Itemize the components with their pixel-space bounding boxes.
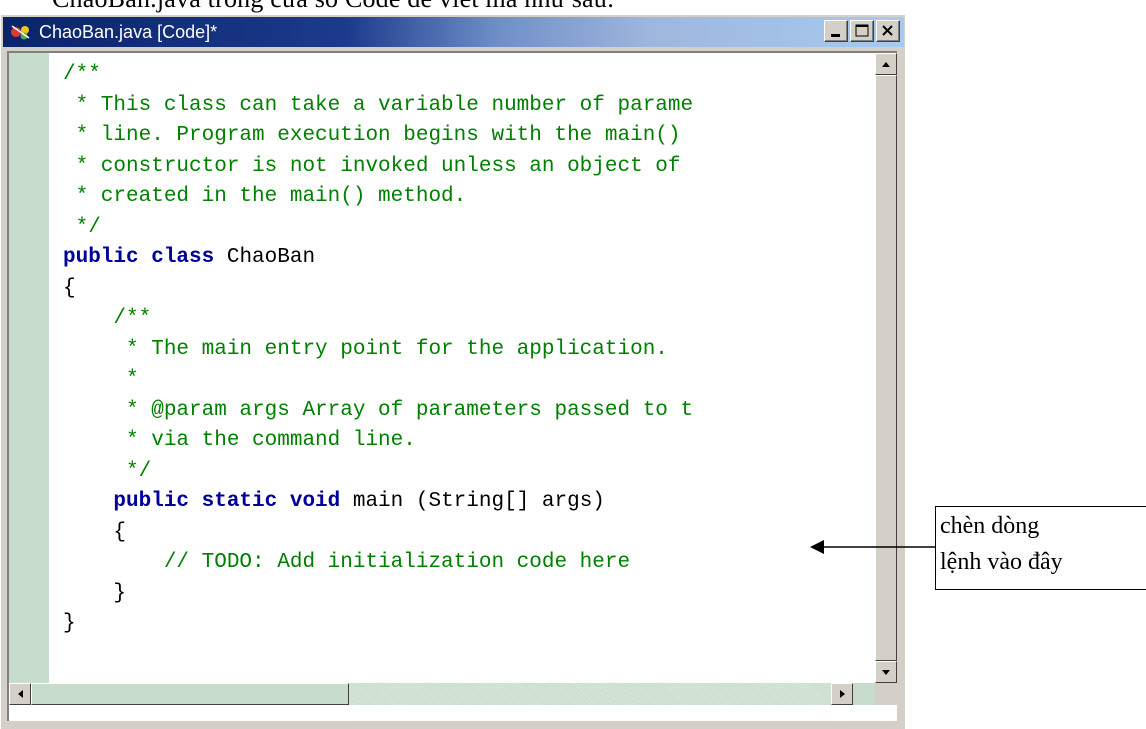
code-line: * @param args Array of parameters passed… (63, 397, 693, 425)
code-token-comment: * created in the main() method. (63, 185, 467, 208)
scroll-up-button[interactable] (875, 53, 897, 75)
maximize-icon (855, 24, 869, 37)
code-token-comment: * line. Program execution begins with th… (63, 124, 681, 147)
code-token-comment: * (63, 368, 139, 391)
title-bar[interactable]: ChaoBan.java [Code]* (3, 17, 904, 47)
code-line: * via the command line. (63, 427, 416, 455)
code-token-comment: // TODO: Add initialization code here (63, 551, 631, 574)
callout-line-1: chèn dòng (940, 513, 1040, 539)
code-editor[interactable]: /** * This class can take a variable num… (49, 53, 875, 683)
code-token-comment: /** (63, 63, 101, 86)
visual-j-app-icon (11, 25, 30, 40)
code-token-comment: /** (63, 307, 152, 330)
horizontal-scrollbar[interactable] (9, 683, 875, 705)
callout-box: chèn dòng lệnh vào đây (935, 506, 1146, 590)
code-window: ChaoBan.java [Code]* /** * This class ca… (0, 14, 905, 729)
caption-buttons (822, 20, 900, 42)
arrow-up-icon (882, 62, 890, 67)
code-token-comment: */ (63, 459, 152, 483)
code-line: { (63, 275, 76, 303)
code-token-comment: * This class can take a variable number … (63, 93, 694, 117)
horizontal-scroll-thumb[interactable] (31, 683, 349, 705)
scroll-right-button[interactable] (831, 683, 853, 705)
code-token-plain: } (63, 581, 127, 605)
code-token-comment: * The main entry point for the applicati… (63, 337, 668, 361)
callout-line-2: lệnh vào đây (940, 549, 1063, 575)
close-icon (882, 25, 893, 36)
code-token-comment: */ (63, 215, 101, 239)
code-token-plain: { (63, 520, 127, 544)
minimize-button[interactable] (824, 20, 848, 42)
code-token-keyword: public static void (63, 490, 341, 513)
code-line: // TODO: Add initialization code here (63, 549, 630, 577)
code-line: * constructor is not invoked unless an o… (63, 153, 681, 181)
scroll-left-button[interactable] (9, 683, 31, 705)
vertical-scrollbar[interactable] (875, 53, 897, 683)
code-token-plain: { (63, 276, 76, 300)
editor-area: /** * This class can take a variable num… (7, 51, 897, 721)
code-line: } (63, 580, 126, 608)
scroll-down-button[interactable] (875, 661, 897, 683)
code-line: { (63, 519, 126, 547)
code-line: public static void main (String[] args) (63, 488, 605, 516)
code-line: */ (63, 214, 101, 242)
scrollbar-corner (875, 683, 897, 705)
code-line: * line. Program execution begins with th… (63, 122, 681, 150)
code-line: /** (63, 305, 151, 333)
callout-arrow (810, 540, 935, 554)
document-text-clip: ChaoBan.java trong cửa sổ Code để viết m… (0, 0, 1146, 14)
arrow-left-icon (18, 690, 23, 698)
code-line: */ (63, 458, 151, 486)
code-token-plain: main (String[] args) (340, 490, 605, 513)
minimize-icon (831, 34, 840, 37)
horizontal-scroll-track[interactable] (349, 683, 831, 705)
document-heading-fragment: ChaoBan.java trong cửa sổ Code để viết m… (52, 0, 614, 14)
code-token-comment: * via the command line. (63, 429, 416, 452)
code-token-plain: } (63, 612, 76, 635)
arrow-right-icon (840, 690, 845, 698)
window-title: ChaoBan.java [Code]* (39, 21, 218, 42)
arrow-down-icon (882, 670, 890, 675)
editor-gutter (9, 53, 49, 683)
vertical-scroll-thumb[interactable] (875, 75, 897, 661)
code-line: /** (63, 61, 101, 89)
code-token-comment: * @param args Array of parameters passed… (63, 398, 694, 422)
code-token-plain: ChaoBan (214, 246, 316, 269)
code-line: * This class can take a variable number … (63, 92, 694, 120)
code-line: * (63, 366, 139, 394)
code-line: * created in the main() method. (63, 183, 467, 211)
code-line: } (63, 610, 76, 638)
code-line: public class ChaoBan (63, 244, 315, 272)
maximize-button[interactable] (850, 20, 874, 42)
code-token-comment: * constructor is not invoked unless an o… (63, 154, 681, 178)
code-token-keyword: public class (63, 246, 215, 269)
close-button[interactable] (876, 20, 900, 42)
code-line: * The main entry point for the applicati… (63, 336, 668, 364)
